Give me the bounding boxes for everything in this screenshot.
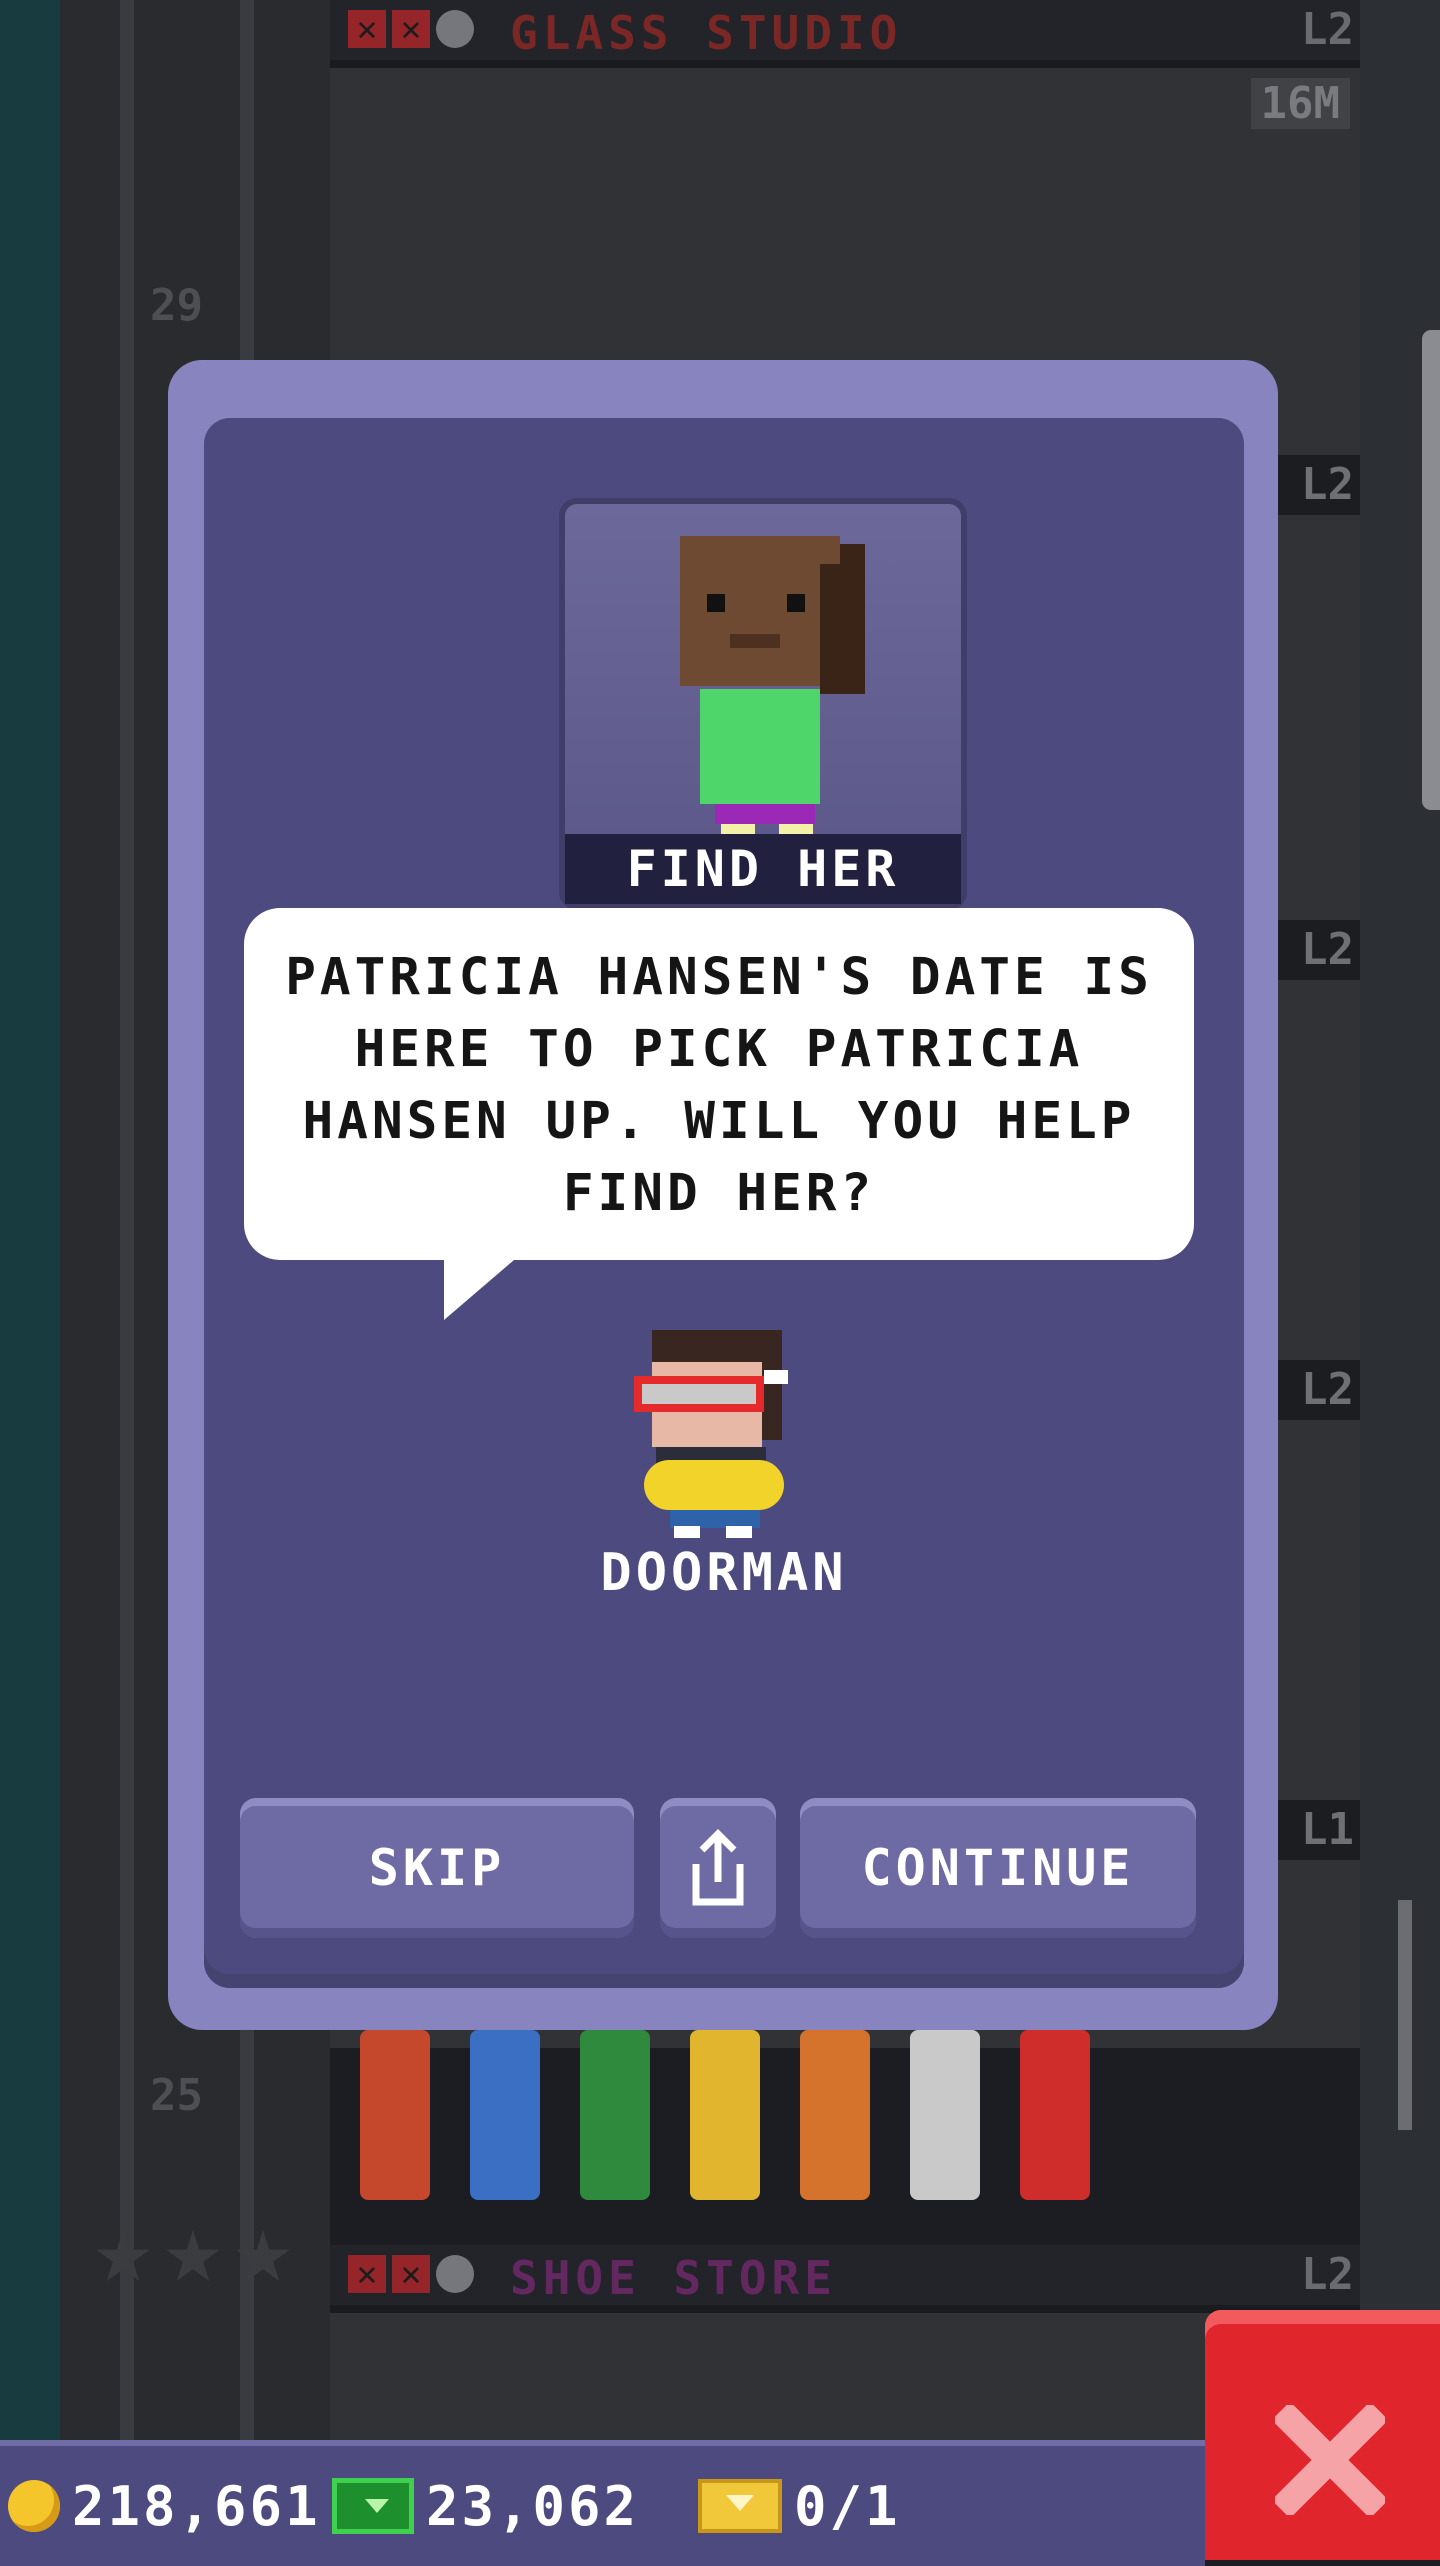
floor-number: 29: [150, 280, 203, 331]
floor-name: SHOE STORE: [510, 2251, 837, 2305]
side-floor-label: L1: [1265, 1800, 1360, 1860]
floor-rating: [95, 2230, 291, 2286]
glasses-icon: [634, 1376, 764, 1412]
close-icon: [1275, 2405, 1385, 2515]
floor-number: 25: [150, 2070, 203, 2121]
coin-icon: [8, 2480, 60, 2532]
side-floor-label: L2: [1265, 920, 1360, 980]
rubber-duck-icon: [644, 1460, 784, 1510]
resident[interactable]: [800, 2030, 870, 2200]
bux-icon: [332, 2478, 414, 2534]
background-left-strip: [0, 0, 60, 2440]
resident[interactable]: [1020, 2030, 1090, 2200]
floor-status-icons: ✕ ✕: [348, 2255, 474, 2293]
dialog-message: PATRICIA HANSEN'S DATE IS HERE TO PICK P…: [285, 948, 1153, 1223]
resident[interactable]: [470, 2030, 540, 2200]
speech-bubble: PATRICIA HANSEN'S DATE IS HERE TO PICK P…: [244, 908, 1194, 1260]
skip-button[interactable]: SKIP: [240, 1798, 634, 1938]
closed-icon: ✕: [392, 10, 430, 48]
star-icon: [166, 2230, 220, 2281]
coins-counter[interactable]: 218,661: [8, 2446, 321, 2566]
floor-name: GLASS STUDIO: [510, 6, 903, 60]
doorman-avatar: [634, 1330, 794, 1540]
coins-value: 218,661: [72, 2474, 321, 2538]
side-floor-label: L2: [1265, 455, 1360, 515]
closed-icon: ✕: [392, 2255, 430, 2293]
floor-status-icons: ✕ ✕: [348, 10, 474, 48]
resident[interactable]: [580, 2030, 650, 2200]
side-floor-label: L2: [1265, 1360, 1360, 1420]
continue-button[interactable]: CONTINUE: [800, 1798, 1196, 1938]
currency-bar: 218,661 23,062 0/1: [0, 2440, 1205, 2566]
share-icon: [692, 1829, 744, 1906]
star-icon: [236, 2230, 290, 2281]
resident[interactable]: [360, 2030, 430, 2200]
bux-value: 23,062: [426, 2474, 640, 2538]
floor-cost: 16M: [1250, 78, 1350, 129]
closed-icon: ✕: [348, 10, 386, 48]
floor-residents: [340, 2030, 1380, 2230]
speaker-name: DOORMAN: [600, 1543, 848, 1603]
side-scroll-handle[interactable]: [1422, 330, 1440, 810]
resident[interactable]: [910, 2030, 980, 2200]
close-button[interactable]: [1205, 2310, 1440, 2560]
resident[interactable]: [690, 2030, 760, 2200]
speech-bubble-tail: [444, 1260, 514, 1320]
tickets-value: 0/1: [794, 2474, 901, 2538]
tickets-counter[interactable]: 0/1: [698, 2446, 901, 2566]
share-button[interactable]: [660, 1798, 776, 1938]
bux-counter[interactable]: 23,062: [332, 2446, 639, 2566]
floor-level: L2: [1301, 2249, 1354, 2300]
mission-dialog-panel: FIND HER PATRICIA HANSEN'S DATE IS HERE …: [204, 418, 1244, 1988]
mission-dialog: FIND HER PATRICIA HANSEN'S DATE IS HERE …: [168, 360, 1278, 2030]
closed-icon: ✕: [348, 2255, 386, 2293]
ticket-icon: [698, 2479, 782, 2533]
portrait-label: FIND HER: [565, 834, 961, 904]
floor-level: L2: [1301, 4, 1354, 55]
clock-icon: [436, 10, 474, 48]
clock-icon: [436, 2255, 474, 2293]
floor-header-shoe-store[interactable]: ✕ ✕ SHOE STORE L2: [330, 2245, 1360, 2305]
floor-header-glass-studio[interactable]: ✕ ✕ GLASS STUDIO L2: [330, 0, 1360, 60]
tower-scrollbar[interactable]: [1398, 1900, 1412, 2130]
star-icon: [96, 2230, 150, 2281]
target-portrait: FIND HER: [559, 498, 967, 910]
